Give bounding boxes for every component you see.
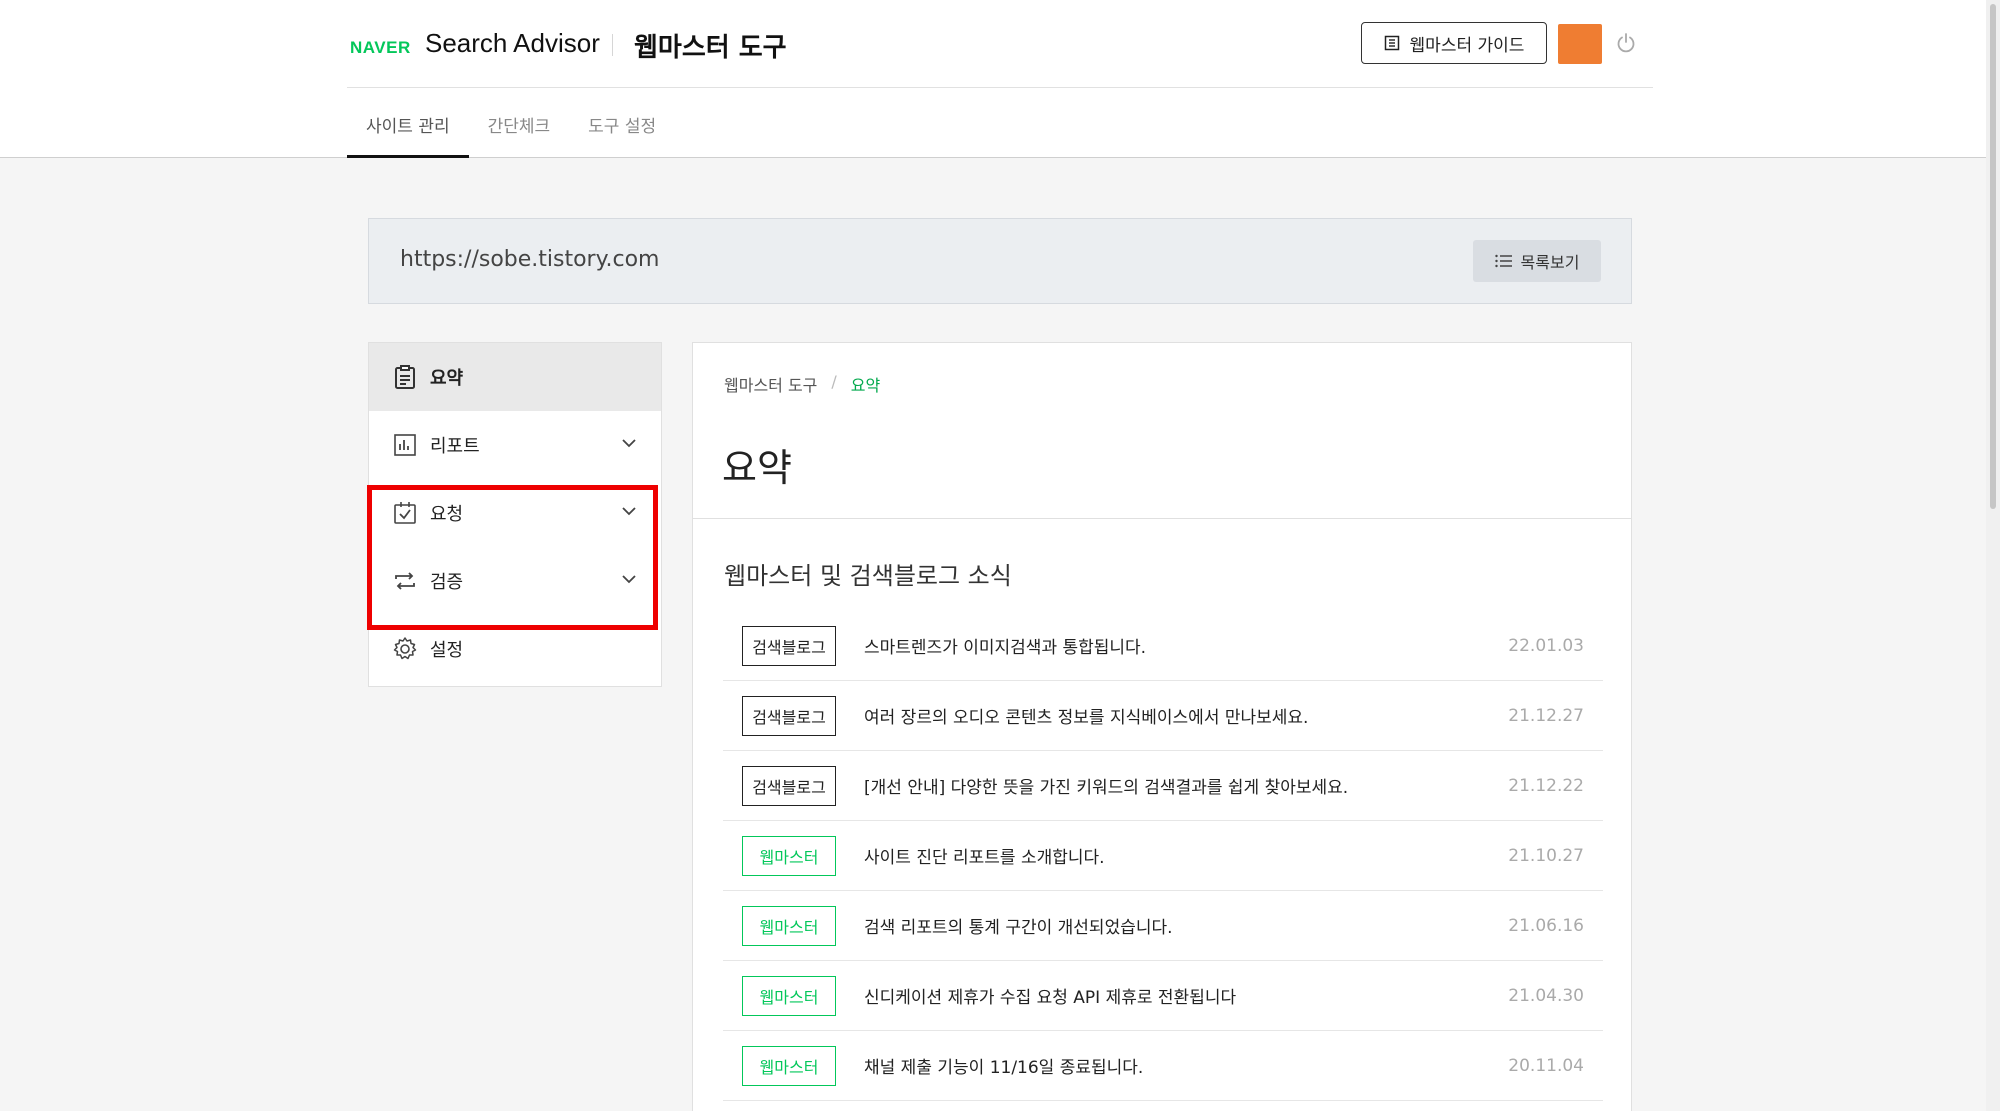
news-text[interactable]: 신디케이션 제휴가 수집 요청 API 제휴로 전환됩니다: [864, 983, 1236, 1008]
gear-icon: [393, 637, 417, 660]
book-icon: [1384, 35, 1399, 51]
page-title: 요약: [722, 446, 792, 490]
power-icon[interactable]: [1615, 32, 1637, 54]
sidebar-item-summary[interactable]: 요약: [369, 343, 661, 411]
news-list: 검색블로그 스마트렌즈가 이미지검색과 통합됩니다. 22.01.03 검색블로…: [723, 611, 1603, 1101]
header-divider: [612, 34, 613, 56]
webmaster-guide-button[interactable]: 웹마스터 가이드: [1361, 22, 1547, 64]
news-tag: 웹마스터: [742, 975, 836, 1016]
clipboard-icon: [395, 365, 415, 389]
scrollbar[interactable]: [1986, 0, 2000, 1111]
news-date: 21.04.30: [1508, 985, 1584, 1006]
sidebar-item-label: 요청: [430, 504, 464, 525]
sidebar-item-verify[interactable]: 검증: [369, 547, 661, 615]
list-view-label: 목록보기: [1520, 253, 1580, 272]
repeat-icon: [395, 572, 415, 590]
news-tag: 웹마스터: [742, 835, 836, 876]
news-item[interactable]: 웹마스터 사이트 진단 리포트를 소개합니다. 21.10.27: [723, 821, 1603, 891]
app-name[interactable]: Search Advisor: [425, 28, 600, 59]
naver-logo[interactable]: NAVER: [350, 38, 411, 58]
tab-quick-check[interactable]: 간단체크: [469, 88, 570, 158]
news-tag: 검색블로그: [742, 695, 836, 736]
header: NAVER Search Advisor 웹마스터 도구 웹마스터 가이드: [347, 0, 1653, 88]
sidebar-item-label: 설정: [430, 640, 464, 661]
news-item[interactable]: 검색블로그 [개선 안내] 다양한 뜻을 가진 키워드의 검색결과를 쉽게 찾아…: [723, 751, 1603, 821]
news-item[interactable]: 검색블로그 여러 장르의 오디오 콘텐츠 정보를 지식베이스에서 만나보세요. …: [723, 681, 1603, 751]
news-date: 20.11.04: [1508, 1055, 1584, 1076]
main-nav: 사이트 관리 간단체크 도구 설정: [347, 88, 675, 158]
news-text[interactable]: 검색 리포트의 통계 구간이 개선되었습니다.: [864, 913, 1173, 938]
sidebar-item-report[interactable]: 리포트: [369, 411, 661, 479]
sidebar-item-request[interactable]: 요청: [369, 479, 661, 547]
news-section-title: 웹마스터 및 검색블로그 소식: [724, 562, 1012, 590]
scrollbar-thumb[interactable]: [1990, 4, 1996, 509]
site-url: https://sobe.tistory.com: [400, 247, 660, 272]
news-item[interactable]: 웹마스터 채널 제출 기능이 11/16일 종료됩니다. 20.11.04: [723, 1031, 1603, 1101]
news-text[interactable]: 채널 제출 기능이 11/16일 종료됩니다.: [864, 1053, 1143, 1078]
sidebar-item-settings[interactable]: 설정: [369, 615, 661, 683]
news-date: 21.12.27: [1508, 705, 1584, 726]
chevron-down-icon[interactable]: [621, 574, 637, 584]
bar-chart-icon: [394, 434, 416, 456]
news-tag: 검색블로그: [742, 625, 836, 666]
webmaster-guide-label: 웹마스터 가이드: [1409, 35, 1525, 56]
top-bar: NAVER Search Advisor 웹마스터 도구 웹마스터 가이드 사이…: [0, 0, 2000, 158]
site-bar: https://sobe.tistory.com 목록보기: [368, 218, 1632, 304]
tab-tool-settings[interactable]: 도구 설정: [569, 88, 675, 158]
breadcrumb: 웹마스터 도구 / 요약: [724, 372, 880, 396]
news-date: 21.06.16: [1508, 915, 1584, 936]
chevron-down-icon[interactable]: [621, 506, 637, 516]
news-item[interactable]: 웹마스터 신디케이션 제휴가 수집 요청 API 제휴로 전환됩니다 21.04…: [723, 961, 1603, 1031]
chevron-down-icon[interactable]: [621, 438, 637, 448]
news-date: 21.12.22: [1508, 775, 1584, 796]
sidebar: 요약 리포트 요청 검증 설정: [368, 342, 662, 687]
news-item[interactable]: 웹마스터 검색 리포트의 통계 구간이 개선되었습니다. 21.06.16: [723, 891, 1603, 961]
breadcrumb-root[interactable]: 웹마스터 도구: [724, 372, 817, 396]
sidebar-item-label: 리포트: [430, 436, 480, 457]
sidebar-item-label: 요약: [430, 368, 464, 389]
news-text[interactable]: 사이트 진단 리포트를 소개합니다.: [864, 843, 1105, 868]
tab-site-management[interactable]: 사이트 관리: [347, 88, 469, 158]
news-tag: 웹마스터: [742, 905, 836, 946]
tool-name[interactable]: 웹마스터 도구: [634, 27, 787, 64]
list-view-button[interactable]: 목록보기: [1473, 240, 1601, 282]
news-date: 21.10.27: [1508, 845, 1584, 866]
news-text[interactable]: [개선 안내] 다양한 뜻을 가진 키워드의 검색결과를 쉽게 찾아보세요.: [864, 773, 1348, 798]
news-text[interactable]: 여러 장르의 오디오 콘텐츠 정보를 지식베이스에서 만나보세요.: [864, 703, 1308, 728]
news-tag: 웹마스터: [742, 1045, 836, 1086]
checkbox-icon: [394, 502, 416, 524]
news-text[interactable]: 스마트렌즈가 이미지검색과 통합됩니다.: [864, 633, 1146, 658]
avatar[interactable]: [1558, 24, 1602, 64]
main-content: 웹마스터 도구 / 요약 요약 웹마스터 및 검색블로그 소식 검색블로그 스마…: [692, 342, 1632, 1111]
news-item[interactable]: 검색블로그 스마트렌즈가 이미지검색과 통합됩니다. 22.01.03: [723, 611, 1603, 681]
list-icon: [1494, 254, 1512, 268]
news-date: 22.01.03: [1508, 635, 1584, 656]
breadcrumb-current: 요약: [850, 376, 881, 395]
breadcrumb-separator: /: [831, 372, 837, 391]
sidebar-item-label: 검증: [430, 572, 464, 593]
news-tag: 검색블로그: [742, 765, 836, 806]
content-header: 웹마스터 도구 / 요약 요약: [693, 343, 1631, 519]
